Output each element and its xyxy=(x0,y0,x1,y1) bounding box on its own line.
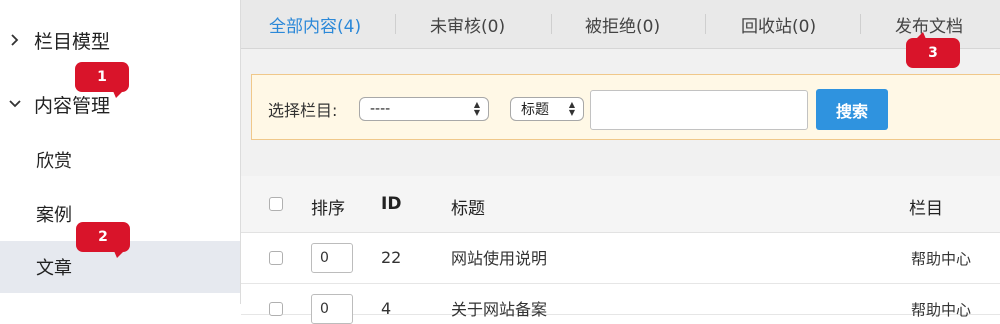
header-sort: 排序 xyxy=(311,199,345,219)
row-id: 4 xyxy=(381,299,392,318)
table-row: 0 22 网站使用说明 帮助中心 xyxy=(241,233,1000,284)
row-column: 帮助中心 xyxy=(911,301,972,319)
sidebar-group-column-model[interactable]: 栏目模型 xyxy=(0,14,240,66)
header-id: ID xyxy=(381,194,402,214)
select-arrows-icon: ▲ ▼ xyxy=(568,100,575,117)
row-title-link[interactable]: 关于网站备案 xyxy=(451,296,547,320)
tab-divider xyxy=(705,14,706,34)
tab-label: 被拒绝(0) xyxy=(585,16,661,37)
main-content: 全部内容(4) 未审核(0) 被拒绝(0) 回收站(0) 发布文档 选择栏目: … xyxy=(240,0,1000,324)
tab-label: 发布文档 xyxy=(895,16,963,37)
tab-bar: 全部内容(4) 未审核(0) 被拒绝(0) 回收站(0) 发布文档 xyxy=(241,0,1000,49)
callout-number: 1 xyxy=(97,69,107,85)
callout-badge-2: 2 xyxy=(76,222,130,258)
sidebar-item-label: 案例 xyxy=(36,205,72,226)
search-bar: 选择栏目: ---- ▲ ▼ 标题 ▲ ▼ 搜索 xyxy=(251,74,1000,140)
callout-badge-1: 1 xyxy=(75,62,129,98)
category-select-label: 选择栏目: xyxy=(268,101,338,120)
tab-recycle-bin[interactable]: 回收站(0) xyxy=(741,0,816,48)
callout-badge-3: 3 xyxy=(906,32,960,68)
row-id: 22 xyxy=(381,248,402,267)
callout-number: 3 xyxy=(928,45,938,61)
sidebar-group-label: 内容管理 xyxy=(34,94,111,117)
sidebar-item-label: 文章 xyxy=(36,258,72,279)
tab-pending[interactable]: 未审核(0) xyxy=(430,0,505,48)
table-header: 排序 ID 标题 栏目 xyxy=(241,176,1000,233)
tab-divider xyxy=(551,14,552,34)
header-title: 标题 xyxy=(451,199,485,219)
sort-order-value: 0 xyxy=(320,250,329,266)
sort-order-value: 0 xyxy=(320,301,329,317)
tab-label: 全部内容(4) xyxy=(269,16,362,37)
sort-order-input[interactable]: 0 xyxy=(311,294,353,324)
search-button-label: 搜索 xyxy=(835,101,868,121)
search-field-value: 标题 xyxy=(521,102,549,118)
sort-order-input[interactable]: 0 xyxy=(311,243,353,273)
table-row: 0 4 关于网站备案 帮助中心 xyxy=(241,284,1000,324)
sidebar-group-label: 栏目模型 xyxy=(34,30,111,53)
tab-divider xyxy=(395,14,396,34)
sidebar-item-appreciation[interactable]: 欣赏 xyxy=(0,134,240,186)
row-checkbox[interactable] xyxy=(269,302,283,316)
chevron-right-icon xyxy=(8,34,22,46)
keyword-input[interactable] xyxy=(590,90,808,130)
search-button[interactable]: 搜索 xyxy=(816,89,888,130)
chevron-down-icon xyxy=(8,100,22,108)
search-field-select[interactable]: 标题 ▲ ▼ xyxy=(510,97,584,121)
select-all-checkbox[interactable] xyxy=(269,197,283,211)
row-column: 帮助中心 xyxy=(911,250,972,268)
tab-rejected[interactable]: 被拒绝(0) xyxy=(585,0,660,48)
header-column: 栏目 xyxy=(909,199,943,219)
sidebar-item-label: 欣赏 xyxy=(36,151,72,172)
select-arrows-icon: ▲ ▼ xyxy=(473,100,480,117)
callout-number: 2 xyxy=(98,229,108,245)
sidebar: 栏目模型 内容管理 欣赏 案例 文章 xyxy=(0,0,240,304)
tab-label: 回收站(0) xyxy=(741,16,817,37)
tab-divider xyxy=(860,14,861,34)
tab-all-content[interactable]: 全部内容(4) xyxy=(269,0,361,48)
tab-label: 未审核(0) xyxy=(430,16,506,37)
row-checkbox[interactable] xyxy=(269,251,283,265)
row-title-link[interactable]: 网站使用说明 xyxy=(451,245,547,269)
category-select-value: ---- xyxy=(370,101,391,117)
category-select[interactable]: ---- ▲ ▼ xyxy=(359,97,489,121)
